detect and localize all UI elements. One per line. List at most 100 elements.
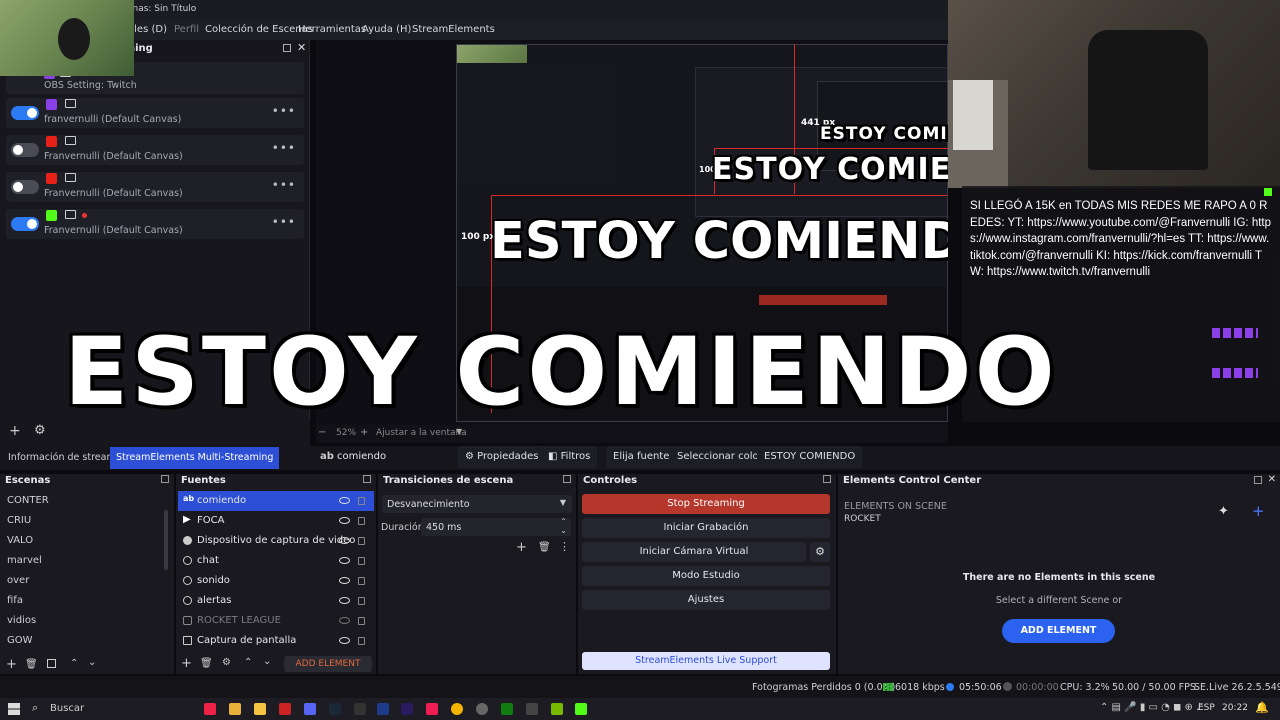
- scene-item[interactable]: over: [7, 575, 29, 586]
- source-item[interactable]: ▶ FOCA: [178, 511, 374, 531]
- source-item[interactable]: Dispositivo de captura de video: [178, 531, 374, 551]
- language-indicator[interactable]: ESP: [1198, 703, 1215, 713]
- add-icon[interactable]: +: [1252, 502, 1265, 520]
- duration-stepper[interactable]: 450 ms ⌃ ⌄: [421, 517, 571, 536]
- close-icon[interactable]: ✕: [297, 41, 306, 54]
- trash-icon[interactable]: 🗑: [200, 658, 213, 669]
- chevron-down-icon[interactable]: ⌄: [88, 657, 96, 668]
- lock-icon[interactable]: [358, 497, 365, 505]
- scene-item[interactable]: vidios: [7, 615, 36, 626]
- sparkle-icon[interactable]: ✦: [1218, 504, 1229, 519]
- menu-scene-collection[interactable]: Colección de Escenas: [205, 24, 313, 35]
- more-options-icon[interactable]: •••: [272, 104, 296, 118]
- menu-tools[interactable]: Herramientas: [298, 24, 366, 35]
- eye-hidden-icon[interactable]: [339, 617, 350, 624]
- enable-toggle[interactable]: [11, 180, 39, 194]
- chrome-icon[interactable]: [451, 703, 463, 715]
- premiere-icon[interactable]: [401, 703, 413, 715]
- more-options-icon[interactable]: •••: [272, 178, 296, 192]
- lock-icon[interactable]: [358, 637, 365, 645]
- tab-multistreaming[interactable]: StreamElements Multi-Streaming: [110, 447, 280, 469]
- app-icon[interactable]: [254, 703, 266, 715]
- chevron-up-icon[interactable]: ⌃: [70, 658, 78, 669]
- more-options-icon[interactable]: •••: [272, 215, 296, 229]
- tab-stream-info[interactable]: Información de stream: [2, 447, 122, 469]
- eye-icon[interactable]: [339, 597, 350, 604]
- menu-streamelements[interactable]: StreamElements: [412, 24, 495, 35]
- filters-button[interactable]: ◧ Filtros: [541, 446, 598, 468]
- zoom-out-icon[interactable]: −: [318, 427, 326, 438]
- add-icon[interactable]: +: [9, 423, 21, 439]
- search-icon[interactable]: ⌕: [32, 701, 38, 715]
- opera-icon[interactable]: [279, 703, 291, 715]
- taskbar-search[interactable]: Buscar: [50, 703, 84, 714]
- chevron-down-icon[interactable]: ⌄: [263, 656, 271, 667]
- transition-select[interactable]: Desvanecimiento ▼: [382, 495, 572, 513]
- add-icon[interactable]: +: [6, 657, 17, 672]
- lock-icon[interactable]: [358, 537, 365, 545]
- popout-icon[interactable]: [823, 475, 831, 483]
- enable-toggle[interactable]: [11, 106, 39, 120]
- eye-icon[interactable]: [339, 557, 350, 564]
- photoshop-icon[interactable]: [377, 703, 389, 715]
- add-icon[interactable]: +: [181, 656, 192, 671]
- scene-item[interactable]: VALO: [7, 535, 33, 546]
- gear-icon[interactable]: ⚙: [34, 423, 46, 438]
- eye-icon[interactable]: [339, 577, 350, 584]
- filter-icon[interactable]: [47, 659, 56, 668]
- zoom-in-icon[interactable]: +: [360, 427, 368, 438]
- lock-icon[interactable]: [358, 557, 365, 565]
- chevron-down-icon[interactable]: ▼: [456, 427, 462, 436]
- obs-icon[interactable]: [476, 703, 488, 715]
- lock-icon[interactable]: [358, 617, 365, 625]
- enable-toggle[interactable]: [11, 143, 39, 157]
- chevron-up-icon[interactable]: ⌃: [244, 657, 252, 668]
- app-icon[interactable]: [575, 703, 587, 715]
- source-item[interactable]: Captura de pantalla: [178, 631, 374, 651]
- enable-toggle[interactable]: [11, 217, 39, 231]
- scene-item[interactable]: fifa: [7, 595, 23, 606]
- virtual-camera-button[interactable]: Iniciar Cámara Virtual: [582, 542, 806, 562]
- lock-icon[interactable]: [358, 597, 365, 605]
- scrollbar[interactable]: [164, 510, 168, 570]
- select-color-button[interactable]: Seleccionar color: [670, 446, 770, 468]
- scene-item[interactable]: GOW: [7, 635, 33, 646]
- source-item[interactable]: alertas: [178, 591, 374, 611]
- popout-icon[interactable]: [563, 475, 571, 483]
- live-support-button[interactable]: StreamElements Live Support: [582, 652, 830, 670]
- clock[interactable]: 20:22: [1222, 703, 1248, 713]
- discord-icon[interactable]: [304, 703, 316, 715]
- windows-start-icon[interactable]: [8, 703, 20, 715]
- tray-icons[interactable]: ⌃ ▤ 🎤 ▮ ▭ ◔ ◼ ⊕ ♪: [1100, 702, 1202, 713]
- eye-icon[interactable]: [339, 637, 350, 644]
- source-item[interactable]: ab comiendo: [178, 491, 374, 511]
- steam-icon[interactable]: [329, 703, 341, 715]
- app-icon[interactable]: [354, 703, 366, 715]
- scene-item[interactable]: marvel: [7, 555, 42, 566]
- stop-streaming-button[interactable]: Stop Streaming: [582, 494, 830, 514]
- text-source-button[interactable]: ESTOY COMIENDO: [757, 446, 863, 468]
- choose-source-button[interactable]: Elija fuente: [606, 446, 677, 468]
- eye-icon[interactable]: [339, 517, 350, 524]
- chevron-down-icon[interactable]: ⌄: [560, 526, 567, 535]
- fit-window-label[interactable]: Ajustar a la ventana: [376, 428, 467, 438]
- trash-icon[interactable]: 🗑: [25, 659, 38, 670]
- popout-icon[interactable]: [161, 475, 169, 483]
- gear-icon[interactable]: ⚙: [222, 657, 231, 668]
- chevron-up-icon[interactable]: ⌃: [560, 517, 567, 526]
- gear-icon[interactable]: ⚙: [810, 542, 830, 562]
- scene-item[interactable]: CONTER: [7, 495, 49, 506]
- notification-icon[interactable]: 🔔: [1255, 701, 1269, 714]
- app-icon[interactable]: [526, 703, 538, 715]
- close-icon[interactable]: ✕: [1268, 474, 1276, 485]
- add-element-button[interactable]: ADD ELEMENT: [1002, 619, 1115, 643]
- trash-icon[interactable]: 🗑: [538, 542, 551, 553]
- more-options-icon[interactable]: •••: [272, 141, 296, 155]
- studio-mode-button[interactable]: Modo Estudio: [582, 566, 830, 586]
- start-recording-button[interactable]: Iniciar Grabación: [582, 518, 830, 538]
- source-item[interactable]: chat: [178, 551, 374, 571]
- nvidia-icon[interactable]: [551, 703, 563, 715]
- lock-icon[interactable]: [358, 517, 365, 525]
- settings-button[interactable]: Ajustes: [582, 590, 830, 610]
- source-item[interactable]: ROCKET LEAGUE: [178, 611, 374, 631]
